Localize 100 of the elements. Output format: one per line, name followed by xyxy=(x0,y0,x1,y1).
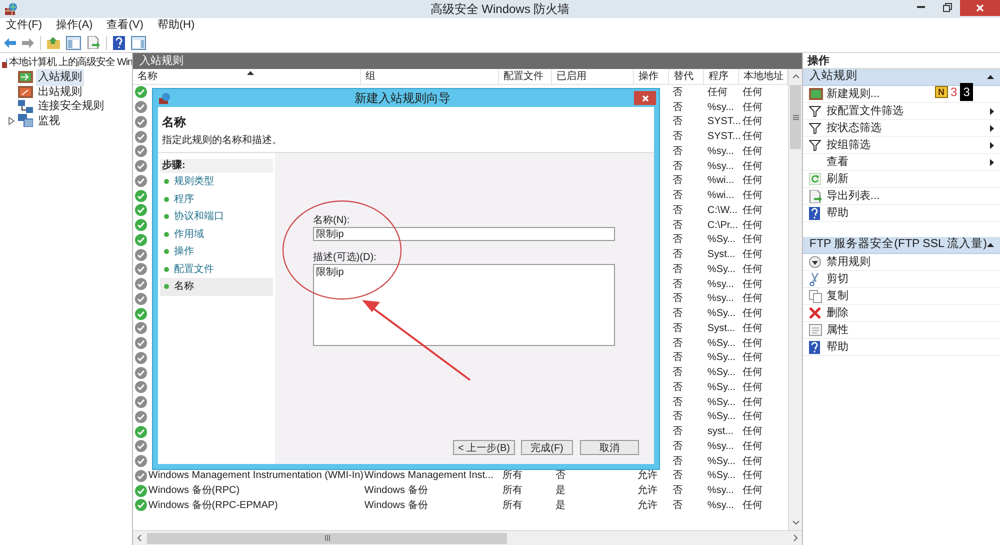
table-cell-text: 否 xyxy=(672,307,682,322)
collapse-icon[interactable] xyxy=(987,243,994,247)
table-cell-text: C:\Pr... xyxy=(707,218,738,233)
forward-icon[interactable] xyxy=(22,38,34,48)
table-cell-text: %Sy... xyxy=(707,410,736,424)
column-header[interactable]: 替代 xyxy=(669,69,704,84)
table-cell-text: 否 xyxy=(672,454,682,469)
dialog-subheading: 指定此规则的名称和描述。 xyxy=(162,134,283,148)
table-cell-text: 是 xyxy=(555,484,566,498)
vertical-scrollbar[interactable] xyxy=(788,69,802,530)
menu-item[interactable]: 操作(A) xyxy=(56,17,93,34)
column-header[interactable]: 程序 xyxy=(704,69,740,84)
step-row[interactable]: 操作 xyxy=(160,243,273,260)
action-item[interactable]: 删除 xyxy=(826,304,848,322)
action-item[interactable]: 按状态筛选 xyxy=(826,120,882,136)
table-cell-text: 任何 xyxy=(742,498,762,513)
scroll-thumb[interactable] xyxy=(790,85,802,149)
wizard-button[interactable]: < 上一步(B) xyxy=(453,440,515,455)
action-item[interactable]: 剪切 xyxy=(826,270,848,288)
action-item[interactable]: 查看 xyxy=(826,154,848,170)
tree-item[interactable]: 连接安全规则 xyxy=(36,98,106,114)
section-header[interactable]: 入站规则 xyxy=(803,69,1000,86)
table-cell-text: 否 xyxy=(672,278,682,292)
menu-item[interactable]: 查看(V) xyxy=(106,17,144,34)
wizard-button[interactable]: 完成(F) xyxy=(521,440,573,455)
rule-icon xyxy=(18,86,33,98)
tree-pane-icon[interactable] xyxy=(66,36,81,50)
name-field[interactable]: 限制ip xyxy=(313,227,615,241)
column-header[interactable]: 名称 xyxy=(133,69,362,84)
column-header[interactable]: 组 xyxy=(361,69,500,84)
back-icon[interactable] xyxy=(4,38,16,48)
action-item[interactable]: 新建规则... xyxy=(826,86,880,102)
table-cell-text: Windows 备份 xyxy=(364,484,428,498)
export-icon[interactable] xyxy=(87,36,100,49)
action-item[interactable]: 帮助 xyxy=(826,338,848,356)
column-header[interactable]: 已启用 xyxy=(552,69,634,84)
action-item[interactable]: 导出列表... xyxy=(826,188,880,204)
step-row[interactable]: 规则类型 xyxy=(160,173,273,190)
column-header[interactable]: 操作 xyxy=(634,69,670,84)
action-item[interactable]: 刷新 xyxy=(826,170,848,188)
table-cell-text: 任何 xyxy=(742,366,762,380)
table-cell-text: 否 xyxy=(672,440,682,454)
wizard-button[interactable]: 取消 xyxy=(580,440,639,455)
expand-icon[interactable] xyxy=(8,116,15,125)
table-cell-text: 任何 xyxy=(707,86,728,100)
table-cell-text: 否 xyxy=(672,380,682,395)
table-cell-text: 任何 xyxy=(742,440,762,454)
step-row[interactable]: 作用域 xyxy=(160,226,273,243)
scroll-thumb[interactable] xyxy=(147,532,508,544)
column-header[interactable]: 配置文件 xyxy=(499,69,552,84)
action-item[interactable]: 复制 xyxy=(826,288,848,304)
up-folder-icon[interactable] xyxy=(47,36,60,48)
action-item[interactable]: 按组筛选 xyxy=(826,136,870,154)
table-cell-text: 任何 xyxy=(742,130,762,144)
action-item[interactable]: 按配置文件筛选 xyxy=(826,102,904,120)
table-cell-text: 任何 xyxy=(742,86,762,100)
tree-item[interactable]: 入站规则 xyxy=(36,69,84,86)
action-item[interactable]: 帮助 xyxy=(826,204,848,222)
collapse-icon[interactable] xyxy=(987,75,994,79)
menu-item[interactable]: 帮助(H) xyxy=(157,17,195,34)
table-cell-text: 否 xyxy=(672,115,682,130)
table-cell-text: 否 xyxy=(672,292,682,306)
tree-item[interactable]: 出站规则 xyxy=(36,84,84,100)
table-cell-text: syst... xyxy=(707,425,734,440)
menu-item[interactable]: 文件(F) xyxy=(6,17,42,34)
step-row[interactable]: 程序 xyxy=(160,190,273,208)
section-header[interactable]: FTP 服务器安全(FTP SSL 流入量) xyxy=(803,237,1000,254)
table-cell-text: 任何 xyxy=(742,469,762,484)
horizontal-scrollbar[interactable] xyxy=(133,530,802,545)
table-cell-text: 任何 xyxy=(742,336,762,351)
table-cell-text: Syst... xyxy=(707,322,736,336)
action-item[interactable]: 禁用规则 xyxy=(826,254,870,270)
table-cell-text: 任何 xyxy=(742,204,762,218)
table-cell-text: 任何 xyxy=(742,218,762,233)
action-item[interactable]: 属性 xyxy=(826,322,848,338)
table-cell-text: 允许 xyxy=(637,498,658,513)
table-cell-text: %sy... xyxy=(707,278,734,292)
dialog-title: 新建入站规则向导 xyxy=(354,90,450,107)
step-row[interactable]: 协议和端口 xyxy=(160,208,273,226)
description-field[interactable]: 限制ip xyxy=(313,264,615,346)
close-button[interactable] xyxy=(960,0,1000,16)
table-cell-text: %sy... xyxy=(707,160,734,174)
action-pane-icon[interactable] xyxy=(131,36,146,50)
table-cell-text: %sy... xyxy=(707,292,734,306)
table-cell-text: 任何 xyxy=(742,484,762,498)
tree-item[interactable]: 本地计算机 上的高级安全 Win xyxy=(9,55,132,70)
grip-icon xyxy=(792,114,799,120)
table-cell-text: 任何 xyxy=(742,307,762,322)
table-cell-text: %Sy... xyxy=(707,336,736,351)
step-row[interactable]: 名称 xyxy=(160,278,273,296)
tree-item[interactable]: 监视 xyxy=(36,112,62,129)
close-button[interactable] xyxy=(634,91,656,105)
help-icon[interactable] xyxy=(113,36,125,50)
table-cell-text: %Sy... xyxy=(707,262,736,277)
count-text: 3 xyxy=(950,84,958,101)
table-cell-text: 所有 xyxy=(502,498,522,513)
table-cell-text: 否 xyxy=(672,484,682,498)
table-cell-text: 否 xyxy=(672,366,682,380)
table-cell-text: 任何 xyxy=(742,292,762,306)
step-row[interactable]: 配置文件 xyxy=(160,260,273,278)
